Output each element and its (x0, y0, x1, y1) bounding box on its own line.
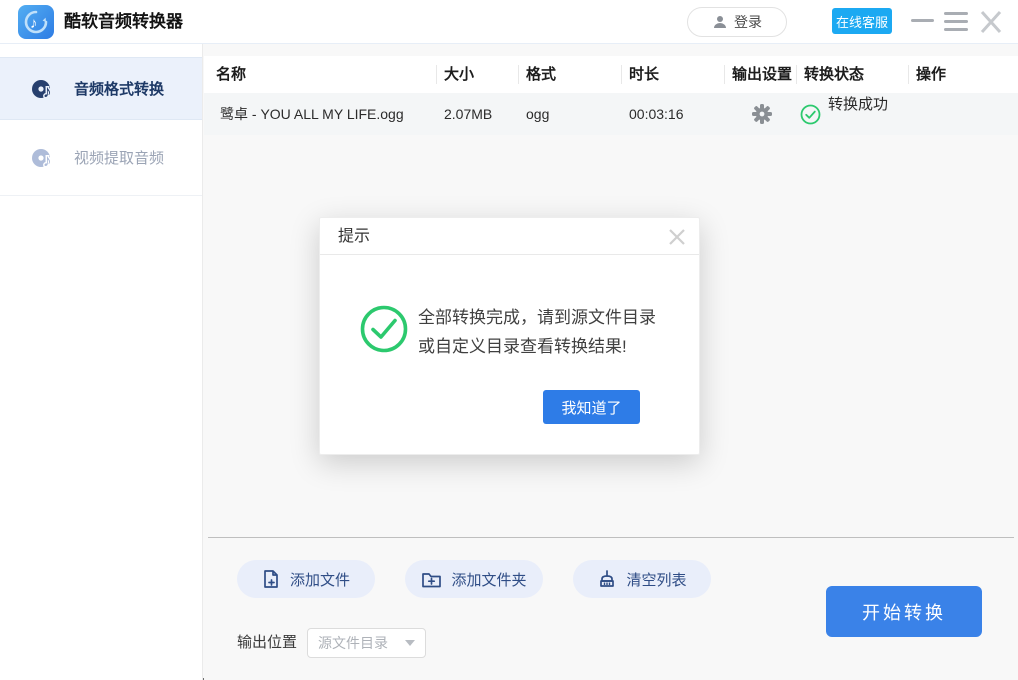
col-format: 格式 (526, 56, 556, 93)
menu-icon[interactable] (944, 12, 968, 31)
output-settings-gear-icon[interactable] (750, 102, 774, 126)
dialog-confirm-label: 我知道了 (561, 397, 621, 418)
col-status: 转换状态 (804, 56, 864, 93)
music-note-logo-icon: ♪ (22, 8, 50, 36)
conversion-status: 转换成功 (800, 93, 888, 135)
folder-plus-icon (421, 570, 442, 589)
login-button[interactable]: 登录 (687, 7, 787, 37)
footer-divider (208, 537, 1014, 538)
dialog-confirm-button[interactable]: 我知道了 (543, 390, 640, 424)
dialog-message-line1: 全部转换完成，请到源文件目录 (418, 303, 656, 332)
user-icon (712, 14, 728, 30)
broom-icon (597, 569, 617, 589)
col-name: 名称 (216, 56, 246, 93)
dialog-header: 提示 (320, 218, 699, 255)
output-location-label: 输出位置 (237, 628, 297, 658)
sidebar-item-label: 音频格式转换 (74, 78, 164, 99)
status-text: 转换成功 (828, 93, 888, 135)
disc-note-icon: ♪ ♪ (30, 75, 60, 103)
file-format: ogg (526, 93, 549, 135)
svg-text:♪: ♪ (30, 15, 38, 32)
title-bar: ♪ 酷软音频转换器 登录 在线客服 (0, 0, 1018, 44)
chevron-down-icon (405, 640, 415, 646)
app-title: 酷软音频转换器 (64, 0, 183, 44)
conversion-complete-dialog: 提示 全部转换完成，请到源文件目录 或自定义目录查看转换结果! 我知道了 (319, 217, 700, 455)
dialog-message: 全部转换完成，请到源文件目录 或自定义目录查看转换结果! (418, 303, 656, 361)
output-location-dropdown[interactable]: 源文件目录 (307, 628, 426, 658)
app-window: ♪ 酷软音频转换器 登录 在线客服 (0, 0, 1018, 680)
app-logo: ♪ (18, 5, 54, 39)
add-file-button[interactable]: 添加文件 (237, 560, 375, 598)
table-row[interactable]: 鹭卓 - YOU ALL MY LIFE.ogg 2.07MB ogg 00:0… (204, 93, 1018, 135)
success-check-big-icon (359, 304, 409, 359)
col-size: 大小 (444, 56, 474, 93)
start-convert-label: 开始转换 (862, 599, 946, 625)
sidebar-item-label: 视频提取音频 (74, 147, 164, 168)
output-location-value: 源文件目录 (318, 633, 395, 653)
file-name: 鹭卓 - YOU ALL MY LIFE.ogg (220, 93, 404, 135)
sidebar: ♪ ♪ 音频格式转换 ♪ ♪ 视频提取音频 (0, 44, 203, 680)
minimize-icon[interactable] (911, 19, 934, 22)
col-actions: 操作 (916, 56, 946, 93)
file-plus-icon (262, 569, 281, 589)
sidebar-item-audio-format-convert[interactable]: ♪ ♪ 音频格式转换 (0, 57, 202, 120)
add-file-label: 添加文件 (290, 569, 350, 590)
disc-note-icon: ♪ ♪ (30, 144, 60, 172)
login-label: 登录 (734, 12, 762, 32)
start-convert-button[interactable]: 开始转换 (826, 586, 982, 637)
add-folder-button[interactable]: 添加文件夹 (405, 560, 543, 598)
sidebar-item-video-extract-audio[interactable]: ♪ ♪ 视频提取音频 (0, 120, 202, 196)
file-duration: 00:03:16 (629, 93, 684, 135)
clear-list-button[interactable]: 清空列表 (573, 560, 711, 598)
dialog-title: 提示 (338, 218, 370, 255)
dialog-close-icon[interactable] (665, 225, 689, 249)
add-folder-label: 添加文件夹 (451, 569, 526, 590)
col-output-settings: 输出设置 (732, 56, 792, 93)
close-icon[interactable] (976, 8, 1006, 36)
svg-text:♪: ♪ (43, 82, 52, 101)
clear-list-label: 清空列表 (626, 569, 686, 590)
col-duration: 时长 (629, 56, 659, 93)
online-support-label: 在线客服 (836, 12, 888, 31)
online-support-button[interactable]: 在线客服 (832, 8, 892, 34)
file-size: 2.07MB (444, 93, 492, 135)
dialog-message-line2: 或自定义目录查看转换结果! (418, 332, 656, 361)
file-table-header: 名称 大小 格式 时长 输出设置 转换状态 操作 (204, 56, 1018, 93)
success-check-icon (800, 104, 821, 125)
svg-text:♪: ♪ (43, 151, 52, 170)
